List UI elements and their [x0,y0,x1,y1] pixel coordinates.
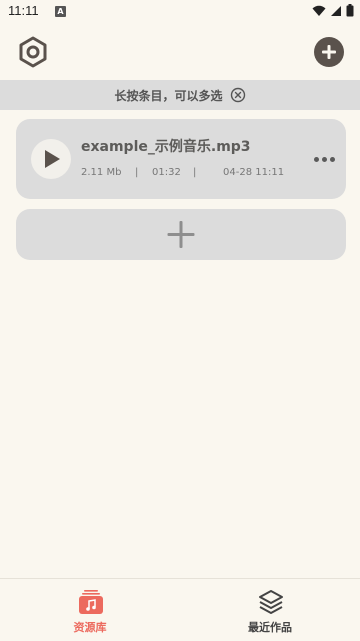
settings-button[interactable] [17,36,49,68]
track-duration: 01:32 [152,167,181,178]
hexagon-settings-icon [19,36,47,68]
status-bar: 11:11 A [0,0,360,24]
layers-icon [259,590,283,614]
nav-recent-works[interactable]: 最近作品 [180,579,360,641]
more-options-button[interactable] [312,152,336,166]
hint-text: 长按条目，可以多选 [114,88,223,103]
status-icons [312,4,354,17]
add-button[interactable] [314,37,344,67]
wifi-icon [312,5,326,16]
battery-icon [346,4,354,17]
play-icon [45,150,60,168]
multi-select-hint: 长按条目，可以多选 [0,80,360,110]
add-item-card[interactable] [16,209,346,260]
track-card[interactable]: example_示例音乐.mp3 2.11 Mb | 01:32 | 04-28… [16,119,346,199]
more-horizontal-icon [313,156,319,162]
meta-separator: | [135,167,139,178]
meta-separator: | [193,167,197,178]
plus-icon [167,221,195,248]
track-name: example_示例音乐.mp3 [81,139,251,155]
music-library-icon [79,590,103,614]
more-dot [321,156,327,162]
bottom-nav: 资源库 最近作品 [0,578,360,641]
track-size: 2.11 Mb [81,167,122,178]
nav-recent-label: 最近作品 [248,621,292,634]
plus-circle-icon [322,45,336,59]
notification-a-icon: A [55,6,66,17]
status-time: 11:11 [8,3,39,18]
top-bar [0,24,360,80]
track-date: 04-28 11:11 [223,167,285,178]
nav-library[interactable]: 资源库 [0,579,180,641]
close-hint-icon[interactable] [230,87,246,103]
play-button[interactable] [31,139,71,179]
nav-library-label: 资源库 [73,621,107,634]
signal-icon [331,5,341,16]
more-dot [329,156,335,162]
